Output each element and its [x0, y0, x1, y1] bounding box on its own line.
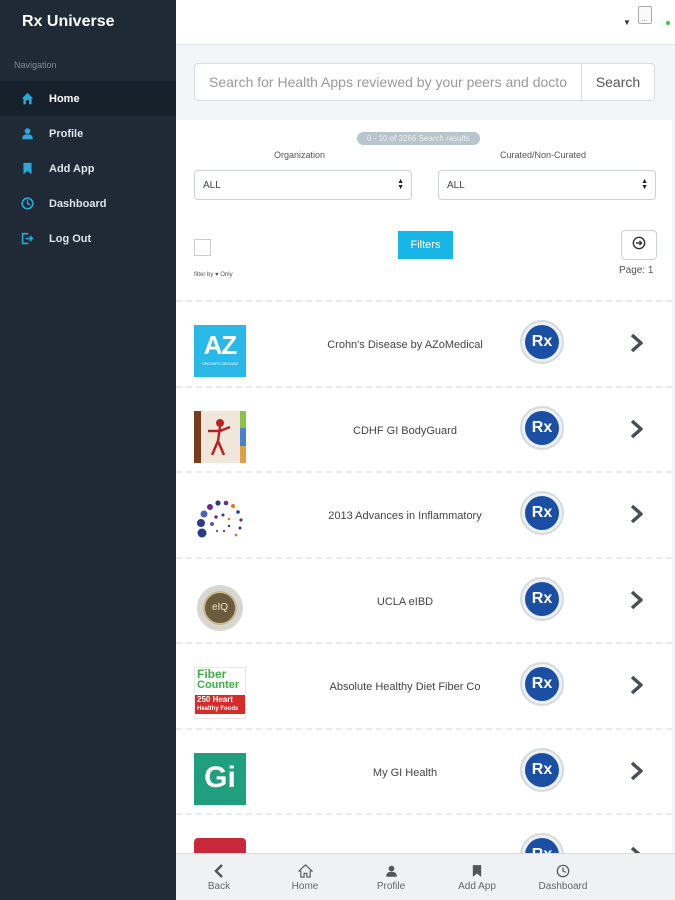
list-item[interactable]: Gi My GI Health Rx	[176, 727, 672, 813]
rx-badge: Rx	[520, 662, 564, 706]
azomedical-logo: AZ CROHN'S DISEASE	[194, 325, 246, 377]
partial-red-logo	[194, 838, 246, 853]
chevron-right-icon	[630, 846, 641, 853]
fiber-counter-logo: Fiber Counter 250 Heart Healthy Foods	[194, 667, 246, 719]
bookmark-icon	[20, 162, 34, 176]
chevron-left-icon	[211, 863, 227, 879]
rx-badge: Rx	[520, 491, 564, 535]
select-arrows-icon: ▲ ▼	[641, 178, 648, 191]
sidebar-item-label: Home	[49, 92, 80, 105]
home-icon	[20, 92, 34, 106]
sidebar-item-add-app[interactable]: Add App	[0, 151, 176, 186]
app-name: CDHF GI BodyGuard	[353, 424, 457, 437]
rx-badge: Rx	[520, 405, 564, 450]
curated-select[interactable]: ALL ▲ ▼	[438, 170, 656, 200]
chevron-right-icon	[630, 419, 643, 438]
organization-select-value: ALL	[203, 179, 221, 191]
list-item[interactable]: 2013 Advances in Inflammatory Rx	[176, 471, 672, 557]
rx-badge: Rx	[520, 747, 564, 792]
sidebar-nav: Home Profile Add App Dashboard Log Out	[0, 81, 176, 256]
sidebar: Rx Universe Navigation Home Profile Add …	[0, 0, 176, 900]
chevron-right-icon	[630, 333, 643, 353]
chevron-right-icon	[630, 675, 643, 695]
ellipsis-icon: …	[641, 16, 648, 23]
list-item[interactable]: CDHF GI BodyGuard Rx	[176, 385, 672, 471]
clock-icon	[555, 863, 571, 879]
results-count-badge: 0 - 10 of 3266 Search results	[357, 132, 480, 145]
tab-label: Back	[207, 880, 231, 892]
status-dot	[666, 21, 670, 25]
nav-section-label: Navigation	[14, 60, 57, 70]
sidebar-item-dashboard[interactable]: Dashboard	[0, 186, 176, 221]
search-input[interactable]	[194, 63, 582, 101]
favorites-filter-label: filter by ♥ Only	[194, 272, 233, 278]
tab-label: Add App	[458, 880, 496, 892]
clock-icon	[20, 197, 34, 211]
chevron-right-icon	[630, 761, 643, 780]
search-button[interactable]: Search	[581, 63, 655, 101]
page-indicator: Page: 1	[619, 265, 654, 276]
bottom-tab-bar: Back Home Profile Add App Dashboard	[176, 853, 675, 900]
dots-circle-logo	[194, 496, 246, 548]
tab-add-app[interactable]: Add App	[434, 854, 520, 900]
user-icon	[383, 863, 399, 879]
organization-label: Organization	[274, 150, 326, 160]
tab-dashboard[interactable]: Dashboard	[520, 854, 606, 900]
chevron-right-icon	[630, 504, 643, 524]
gi-logo: Gi	[194, 752, 246, 805]
tab-label: Profile	[376, 880, 406, 892]
organization-select[interactable]: ALL ▲ ▼	[194, 170, 412, 200]
bookmark-icon	[469, 863, 485, 879]
sidebar-item-profile[interactable]: Profile	[0, 116, 176, 151]
rx-badge: Rx	[520, 320, 564, 364]
logout-icon	[20, 232, 34, 246]
curated-label: Curated/Non-Curated	[500, 150, 587, 160]
user-icon	[20, 127, 34, 141]
app-name: My GI Health	[372, 766, 438, 779]
brand-title[interactable]: Rx Universe	[22, 13, 115, 31]
chevron-right-icon	[630, 590, 643, 609]
list-item[interactable]: AZ CROHN'S DISEASE Crohn's Disease by AZ…	[176, 300, 672, 386]
select-arrows-icon: ▲ ▼	[397, 178, 404, 191]
curated-select-value: ALL	[447, 179, 465, 191]
app-list: AZ CROHN'S DISEASE Crohn's Disease by AZ…	[176, 300, 672, 853]
sidebar-item-label: Add App	[49, 162, 95, 175]
app-name: Absolute Healthy Diet Fiber Co	[329, 681, 481, 693]
sidebar-item-label: Dashboard	[49, 197, 107, 210]
search-bar: Search	[176, 45, 675, 120]
filters-button[interactable]: Filters	[398, 231, 453, 259]
app-name: UCLA eIBD	[376, 595, 434, 608]
ucla-eibd-logo: eIQ	[194, 581, 246, 634]
cdhf-bodyguard-logo	[194, 410, 246, 463]
tab-label: Dashboard	[538, 880, 588, 892]
rx-badge: Rx	[520, 833, 564, 853]
app-name: Crohn's Disease by AZoMedical	[327, 339, 483, 351]
favorites-checkbox[interactable]	[194, 239, 211, 256]
tab-label: Home	[291, 880, 319, 892]
tab-back[interactable]: Back	[176, 854, 262, 900]
top-bar: ▼ …	[176, 0, 675, 45]
menu-button[interactable]: …	[638, 6, 652, 24]
dropdown-caret-icon[interactable]: ▼	[623, 18, 631, 27]
tab-home[interactable]: Home	[262, 854, 348, 900]
arrow-circle-right-icon	[632, 236, 646, 255]
app-name: 2013 Advances in Inflammatory	[328, 510, 482, 522]
rx-badge: Rx	[520, 576, 564, 621]
list-item[interactable]: Rx	[176, 813, 672, 853]
list-item[interactable]: eIQ UCLA eIBD Rx	[176, 556, 672, 642]
filter-panel: 0 - 10 of 3266 Search results Organizati…	[176, 120, 672, 300]
list-item[interactable]: Fiber Counter 250 Heart Healthy Foods Ab…	[176, 642, 672, 728]
sidebar-item-label: Log Out	[49, 232, 92, 245]
sidebar-item-home[interactable]: Home	[0, 81, 176, 116]
next-page-button[interactable]	[621, 230, 657, 260]
home-icon	[297, 863, 313, 879]
sidebar-item-log-out[interactable]: Log Out	[0, 221, 176, 256]
tab-profile[interactable]: Profile	[348, 854, 434, 900]
sidebar-item-label: Profile	[49, 127, 84, 140]
